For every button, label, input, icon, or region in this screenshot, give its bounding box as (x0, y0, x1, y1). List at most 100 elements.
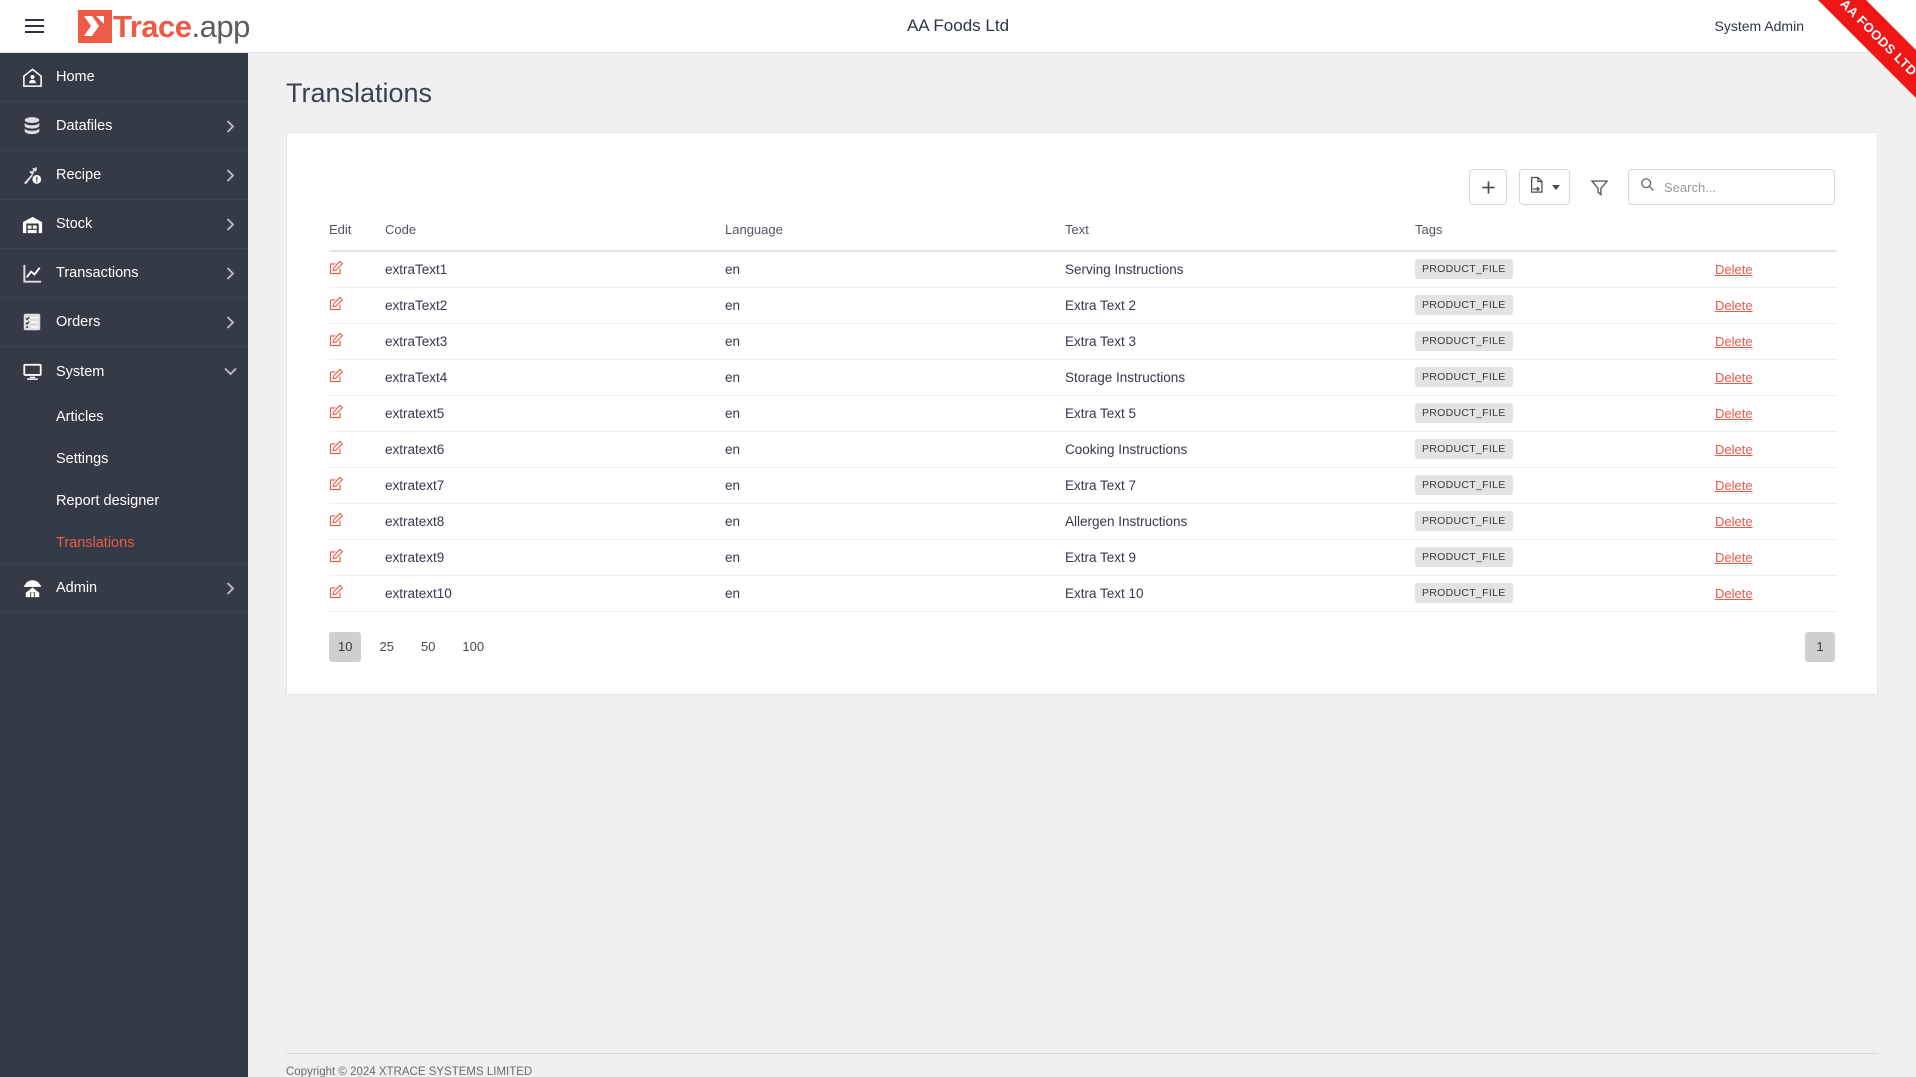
page-size-option[interactable]: 10 (329, 631, 362, 662)
table-toolbar (287, 133, 1877, 205)
search-box[interactable] (1628, 169, 1835, 205)
tag-badge: PRODUCT_FILE (1415, 439, 1513, 459)
page-size-option[interactable]: 50 (412, 632, 444, 662)
edit-pencil-icon[interactable] (329, 296, 344, 311)
cell-language: en (725, 539, 1065, 576)
edit-pencil-icon[interactable] (329, 368, 344, 383)
sidebar-item-stock[interactable]: Stock (0, 200, 248, 249)
cell-text: Extra Text 7 (1065, 467, 1415, 504)
column-header-actions (1715, 222, 1837, 252)
cell-text: Extra Text 2 (1065, 287, 1415, 324)
add-button[interactable] (1469, 169, 1507, 205)
search-icon (1640, 177, 1655, 197)
sidebar-item-transactions[interactable]: Transactions (0, 249, 248, 298)
edit-pencil-icon[interactable] (329, 584, 344, 599)
cell-language: en (725, 467, 1065, 504)
table-row: extraText4 en Storage Instructions PRODUCT_… (329, 359, 1837, 396)
current-user-label[interactable]: System Admin (1715, 18, 1804, 34)
table-row: extraText1 en Serving Instructions PRODUCT_… (329, 251, 1837, 288)
delete-link[interactable]: Delete (1715, 370, 1753, 385)
sidebar-sub-label: Report designer (56, 493, 160, 509)
delete-link[interactable]: Delete (1715, 262, 1753, 277)
cell-edit (329, 287, 385, 324)
cell-language: en (725, 251, 1065, 288)
column-header-code[interactable]: Code (385, 222, 725, 252)
table-body: extraText1 en Serving Instructions PRODUCT_… (329, 251, 1837, 612)
sidebar-item-articles[interactable]: Articles (0, 396, 248, 438)
menu-toggle-icon[interactable] (4, 0, 64, 53)
cell-text: Extra Text 10 (1065, 575, 1415, 612)
tag-badge: PRODUCT_FILE (1415, 547, 1513, 567)
cell-edit (329, 251, 385, 288)
edit-pencil-icon[interactable] (329, 476, 344, 491)
sidebar-item-report-designer[interactable]: Report designer (0, 480, 248, 522)
sidebar-item-system[interactable]: System (0, 347, 248, 396)
app-logo[interactable]: Trace.app (78, 0, 250, 53)
cell-delete: Delete (1715, 359, 1837, 396)
cell-text: Extra Text 5 (1065, 395, 1415, 432)
sidebar-label: Recipe (56, 167, 102, 183)
cell-tags: PRODUCT_FILE (1415, 287, 1715, 324)
sidebar-sub-label: Articles (56, 409, 104, 425)
translations-table: Edit Code Language Text Tags extraText1 e… (329, 222, 1837, 612)
cell-text: Serving Instructions (1065, 251, 1415, 288)
recipe-wheat-icon (8, 164, 56, 187)
sidebar-item-translations[interactable]: Translations (0, 522, 248, 564)
cell-delete: Delete (1715, 251, 1837, 288)
sidebar-item-settings[interactable]: Settings (0, 438, 248, 480)
filter-button[interactable] (1582, 169, 1616, 205)
delete-link[interactable]: Delete (1715, 442, 1753, 457)
table-header-row: Edit Code Language Text Tags (329, 222, 1837, 252)
tag-badge: PRODUCT_FILE (1415, 475, 1513, 495)
delete-link[interactable]: Delete (1715, 298, 1753, 313)
delete-link[interactable]: Delete (1715, 514, 1753, 529)
delete-link[interactable]: Delete (1715, 550, 1753, 565)
cell-text: Extra Text 3 (1065, 323, 1415, 360)
sidebar-item-datafiles[interactable]: Datafiles (0, 102, 248, 151)
column-header-language[interactable]: Language (725, 222, 1065, 252)
sidebar-item-admin[interactable]: Admin (0, 564, 248, 613)
delete-link[interactable]: Delete (1715, 334, 1753, 349)
cell-text: Extra Text 9 (1065, 539, 1415, 576)
edit-pencil-icon[interactable] (329, 512, 344, 527)
user-secret-icon (8, 577, 56, 600)
cell-delete: Delete (1715, 287, 1837, 324)
edit-pencil-icon[interactable] (329, 404, 344, 419)
sidebar-label: Datafiles (56, 118, 113, 134)
logo-text: Trace.app (113, 8, 250, 44)
sidebar-sub-label: Translations (56, 534, 135, 551)
cell-code: extraText4 (385, 359, 725, 396)
cell-tags: PRODUCT_FILE (1415, 359, 1715, 396)
edit-pencil-icon[interactable] (329, 260, 344, 275)
page-size-option[interactable]: 25 (370, 632, 402, 662)
top-bar: Trace.app AA Foods Ltd System Admin (0, 0, 1916, 53)
chevron-down-icon (1552, 184, 1560, 190)
edit-pencil-icon[interactable] (329, 332, 344, 347)
delete-link[interactable]: Delete (1715, 586, 1753, 601)
column-header-text[interactable]: Text (1065, 222, 1415, 252)
page-number-button[interactable]: 1 (1805, 631, 1835, 662)
sidebar-item-recipe[interactable]: Recipe (0, 151, 248, 200)
delete-link[interactable]: Delete (1715, 478, 1753, 493)
column-header-edit[interactable]: Edit (329, 222, 385, 252)
cell-delete: Delete (1715, 467, 1837, 504)
search-input[interactable] (1664, 179, 1823, 195)
cell-code: extratext8 (385, 503, 725, 540)
edit-pencil-icon[interactable] (329, 548, 344, 563)
cell-delete: Delete (1715, 323, 1837, 360)
export-button[interactable] (1519, 169, 1570, 205)
edit-pencil-icon[interactable] (329, 440, 344, 455)
page-size-option[interactable]: 100 (453, 632, 493, 662)
warehouse-icon (8, 213, 56, 236)
sidebar-label: Home (56, 69, 95, 85)
chevron-right-icon (212, 315, 248, 329)
sidebar-item-orders[interactable]: Orders (0, 298, 248, 347)
cell-tags: PRODUCT_FILE (1415, 575, 1715, 612)
sidebar-item-home[interactable]: Home (0, 53, 248, 102)
cell-text: Storage Instructions (1065, 359, 1415, 396)
table-row: extraText3 en Extra Text 3 PRODUCT_FILE Dele… (329, 323, 1837, 360)
cell-edit (329, 395, 385, 432)
translations-card: Edit Code Language Text Tags extraText1e… (286, 132, 1878, 695)
delete-link[interactable]: Delete (1715, 406, 1753, 421)
column-header-tags[interactable]: Tags (1415, 222, 1715, 252)
